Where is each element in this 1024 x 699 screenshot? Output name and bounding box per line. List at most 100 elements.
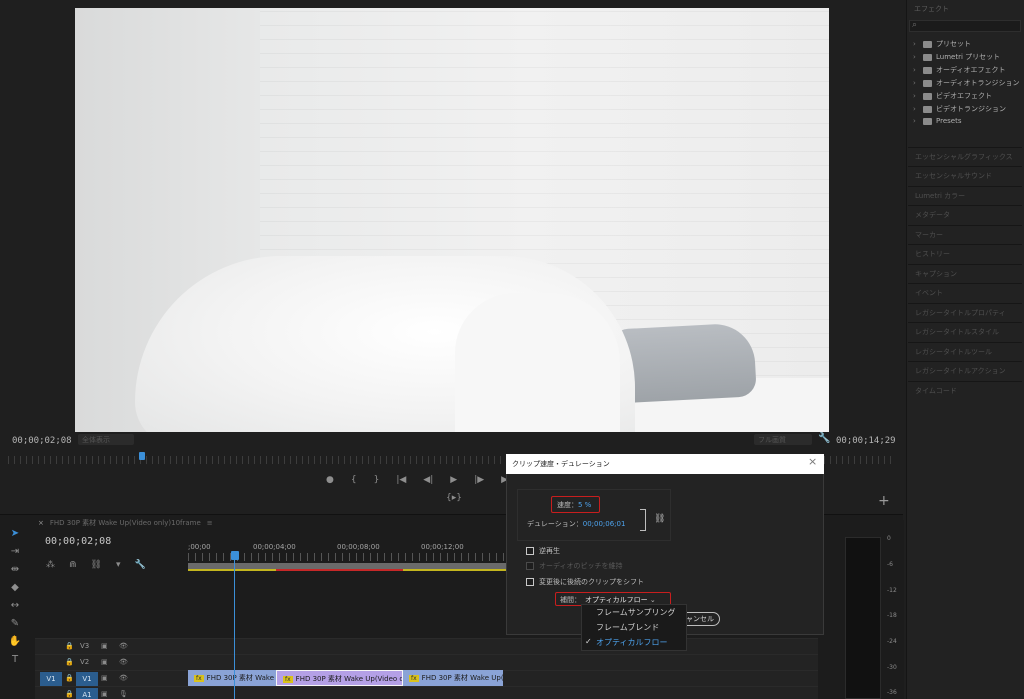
- mark-in-button[interactable]: {: [351, 475, 357, 485]
- panel-tab-metadata[interactable]: メタデータ: [908, 205, 1022, 223]
- timeline-settings-icon[interactable]: 🔧: [135, 560, 146, 570]
- tools-panel: ➤ ⇥ ⇹ ◆ ↔ ✎ ✋ T: [0, 520, 30, 699]
- lift-extract-button[interactable]: {▸}: [446, 493, 462, 503]
- slip-tool-icon[interactable]: ↔: [11, 600, 19, 612]
- panel-tab-lumetri-color[interactable]: Lumetri カラー: [908, 186, 1022, 204]
- nest-icon[interactable]: ⁂: [46, 560, 55, 570]
- menu-icon[interactable]: ≡: [207, 519, 213, 527]
- menu-item-frame-sampling[interactable]: フレームサンプリング: [596, 607, 676, 618]
- checkbox: [526, 562, 534, 570]
- timeline-clip-selected[interactable]: fx FHD 30P 素材 Wake Up(Video o: [276, 670, 403, 686]
- lock-icon[interactable]: 🔒: [65, 674, 74, 682]
- close-icon[interactable]: ×: [808, 455, 817, 468]
- monitor-duration-timecode: 00;00;14;29: [836, 436, 896, 446]
- speed-value[interactable]: 5 %: [578, 501, 591, 509]
- panel-tab-essential-graphics[interactable]: エッセンシャルグラフィックス: [908, 147, 1022, 165]
- eye-icon[interactable]: 👁: [119, 642, 128, 650]
- panel-tab-markers[interactable]: マーカー: [908, 225, 1022, 243]
- ruler-label: 00;00;08;00: [337, 543, 380, 551]
- effects-tree-item[interactable]: › オーディオエフェクト: [913, 65, 1006, 75]
- panel-tab-events[interactable]: イベント: [908, 283, 1022, 301]
- sequence-tab[interactable]: × FHD 30P 素材 Wake Up(Video only)10frame ≡: [38, 518, 213, 528]
- link-bracket: [640, 509, 646, 531]
- folder-icon: [923, 53, 932, 61]
- lock-icon[interactable]: 🔒: [65, 642, 74, 650]
- monitor-playhead[interactable]: [139, 452, 145, 460]
- panel-tab-timecode[interactable]: タイムコード: [908, 381, 1022, 399]
- close-icon[interactable]: ×: [38, 519, 44, 527]
- panel-tab-legacy-title-tools[interactable]: レガシータイトルツール: [908, 342, 1022, 360]
- effects-tree-item[interactable]: › Lumetri プリセット: [913, 52, 1000, 62]
- chevron-right-icon: ›: [913, 92, 916, 100]
- track-row-v2[interactable]: V2 🔒 ▣ 👁: [35, 654, 818, 670]
- sync-lock-icon[interactable]: ▣: [101, 690, 108, 698]
- step-back-button[interactable]: ◀|: [423, 475, 433, 485]
- effects-panel-title[interactable]: エフェクト: [914, 4, 949, 14]
- eye-icon[interactable]: 👁: [119, 658, 128, 666]
- interpolation-menu: フレームサンプリング フレームブレンド オプティカルフロー: [581, 604, 687, 651]
- panel-tab-legacy-title-styles[interactable]: レガシータイトルスタイル: [908, 322, 1022, 340]
- source-patch-v1[interactable]: V1: [40, 672, 62, 686]
- effects-tree-item[interactable]: › ビデオトランジション: [913, 104, 1006, 114]
- effects-tree-item[interactable]: › Presets: [913, 117, 961, 125]
- menu-item-frame-blending[interactable]: フレームブレンド: [596, 622, 659, 633]
- track-target-v1[interactable]: V1: [76, 672, 98, 686]
- render-bar-yellow: [188, 569, 276, 571]
- panel-tab-legacy-title-actions[interactable]: レガシータイトルアクション: [908, 361, 1022, 379]
- lock-icon[interactable]: 🔒: [65, 658, 74, 666]
- checkbox[interactable]: [526, 547, 534, 555]
- panel-tab-history[interactable]: ヒストリー: [908, 244, 1022, 262]
- monitor-current-timecode[interactable]: 00;00;02;08: [12, 436, 72, 446]
- quality-dropdown[interactable]: フル画質: [754, 434, 812, 445]
- track-row-v3[interactable]: V3 🔒 ▣ 👁: [35, 638, 818, 654]
- fit-dropdown[interactable]: 全体表示: [78, 434, 134, 445]
- effects-tree-item[interactable]: › ビデオエフェクト: [913, 91, 992, 101]
- sync-lock-icon[interactable]: ▣: [101, 642, 108, 650]
- add-marker-button[interactable]: ●: [326, 475, 334, 485]
- add-button[interactable]: +: [878, 493, 890, 509]
- panel-tab-essential-sound[interactable]: エッセンシャルサウンド: [908, 166, 1022, 184]
- snap-icon[interactable]: ⋒: [69, 560, 77, 570]
- checkbox[interactable]: [526, 578, 534, 586]
- mic-icon[interactable]: 🎙: [119, 690, 128, 698]
- menu-item-optical-flow[interactable]: オプティカルフロー: [596, 637, 668, 648]
- meter-label: -18: [887, 612, 897, 619]
- razor-tool-icon[interactable]: ◆: [11, 582, 19, 594]
- go-to-in-button[interactable]: |◀: [396, 475, 406, 485]
- duration-value[interactable]: 00;00;06;01: [583, 520, 626, 528]
- linked-selection-icon[interactable]: ⛓: [91, 560, 102, 570]
- add-marker-icon[interactable]: ▾: [116, 560, 121, 570]
- lock-icon[interactable]: 🔒: [65, 690, 74, 698]
- mark-out-button[interactable]: }: [374, 475, 380, 485]
- track-row-a1[interactable]: A1 🔒 ▣ 🎙: [35, 686, 818, 699]
- effects-tree-item[interactable]: › プリセット: [913, 39, 971, 49]
- sync-lock-icon[interactable]: ▣: [101, 674, 108, 682]
- timeline-clip[interactable]: fx FHD 30P 素材 Wake Up(: [403, 670, 503, 686]
- sync-lock-icon[interactable]: ▣: [101, 658, 108, 666]
- reverse-speed-checkbox[interactable]: 逆再生: [526, 546, 560, 556]
- chain-link-icon[interactable]: ⛓: [654, 514, 665, 524]
- pen-tool-icon[interactable]: ✎: [11, 618, 19, 630]
- ripple-edit-tool-icon[interactable]: ⇹: [11, 564, 19, 576]
- track-target-a1[interactable]: A1: [76, 688, 98, 699]
- speed-field[interactable]: 速度：5 %: [551, 496, 600, 513]
- timeline-playhead[interactable]: [231, 551, 239, 560]
- type-tool-icon[interactable]: T: [12, 654, 18, 666]
- ripple-edit-checkbox[interactable]: 変更後に後続のクリップをシフト: [526, 577, 644, 587]
- timeline-timecode[interactable]: 00;00;02;08: [45, 536, 111, 547]
- step-forward-button[interactable]: |▶: [474, 475, 484, 485]
- panel-tab-captions[interactable]: キャプション: [908, 264, 1022, 282]
- panel-tab-legacy-title-properties[interactable]: レガシータイトルプロパティ: [908, 303, 1022, 321]
- chevron-right-icon: ›: [913, 105, 916, 113]
- effects-tree-item[interactable]: › オーディオトランジション: [913, 78, 1020, 88]
- hand-tool-icon[interactable]: ✋: [9, 636, 21, 648]
- play-button[interactable]: ▶: [450, 475, 457, 485]
- track-select-tool-icon[interactable]: ⇥: [11, 546, 19, 558]
- timeline-clip[interactable]: fx FHD 30P 素材 Wake: [188, 670, 276, 686]
- wrench-icon[interactable]: 🔧: [818, 433, 830, 444]
- video-frame[interactable]: [75, 8, 829, 432]
- selection-tool-icon[interactable]: ➤: [11, 528, 19, 540]
- effects-search-input[interactable]: [909, 20, 1021, 32]
- duration-field[interactable]: デュレーション：00;00;06;01: [527, 519, 625, 529]
- eye-icon[interactable]: 👁: [119, 674, 128, 682]
